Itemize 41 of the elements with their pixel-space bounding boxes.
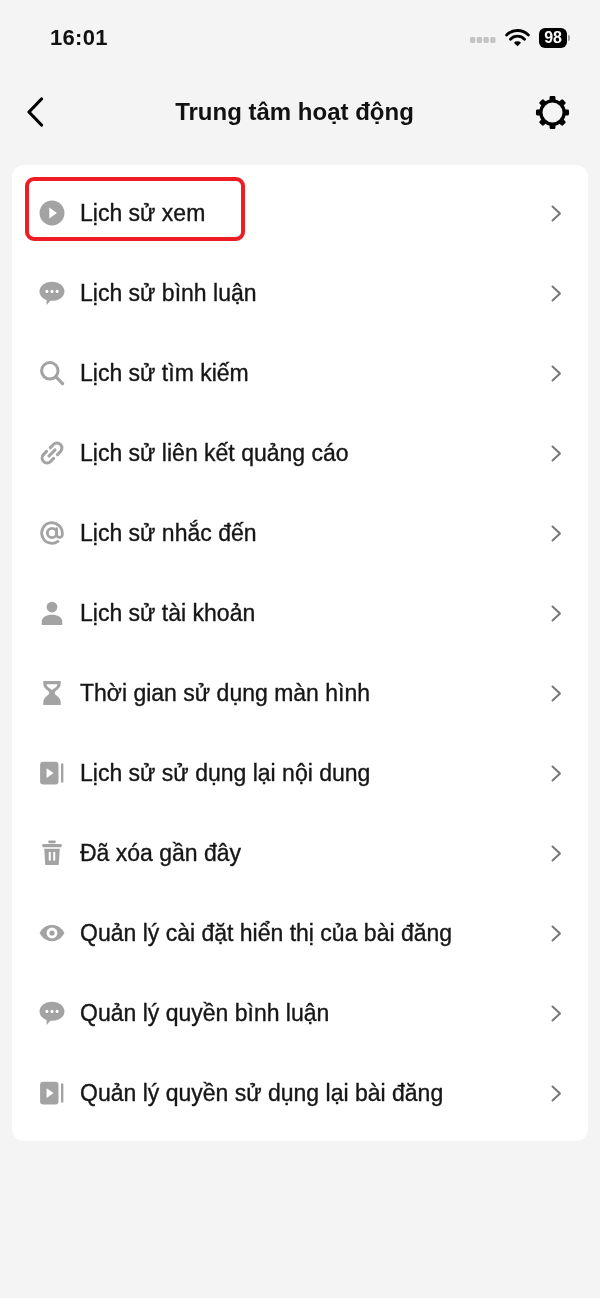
chevron-icon <box>551 524 562 542</box>
chat-bubble-icon <box>39 280 65 306</box>
trash-icon <box>39 840 65 866</box>
wifi-icon <box>505 29 531 47</box>
chevron-icon <box>551 444 562 462</box>
back-icon <box>26 97 44 127</box>
menu-row[interactable]: Thời gian sử dụng màn hình <box>12 653 588 733</box>
signal-icon <box>470 37 497 43</box>
chat-bubble-icon <box>39 1000 65 1026</box>
at-sign-icon <box>39 520 65 546</box>
menu-row[interactable]: Đã xóa gần đây <box>12 813 588 893</box>
play-circle-icon <box>39 200 65 226</box>
menu-row[interactable]: Lịch sử nhắc đến <box>12 493 588 573</box>
search-icon <box>39 360 65 386</box>
person-icon <box>39 600 65 626</box>
chevron-icon <box>551 204 562 222</box>
settings-icon <box>535 94 570 130</box>
link-icon <box>39 440 65 466</box>
menu-row[interactable]: Lịch sử xem <box>12 173 588 253</box>
menu-row[interactable]: Quản lý quyền bình luận <box>12 973 588 1053</box>
status-time: 16:01 <box>50 25 108 51</box>
menu-row[interactable]: Quản lý cài đặt hiển thị của bài đăng <box>12 893 588 973</box>
menu-row[interactable]: Lịch sử bình luận <box>12 253 588 333</box>
page-title: Trung tâm hoạt động <box>174 98 414 126</box>
play-square-icon <box>39 1080 65 1106</box>
menu-row[interactable]: Lịch sử liên kết quảng cáo <box>12 413 588 493</box>
battery-indicator: 98 <box>539 28 570 48</box>
chevron-icon <box>551 1084 562 1102</box>
menu-row[interactable]: Quản lý quyền sử dụng lại bài đăng <box>12 1053 588 1133</box>
chevron-icon <box>551 284 562 302</box>
menu-row[interactable]: Lịch sử tìm kiếm <box>12 333 588 413</box>
menu-row[interactable]: Lịch sử sử dụng lại nội dung <box>12 733 588 813</box>
chevron-icon <box>551 1004 562 1022</box>
chevron-icon <box>551 764 562 782</box>
play-square-icon <box>39 760 65 786</box>
chevron-icon <box>551 924 562 942</box>
chevron-icon <box>551 684 562 702</box>
chevron-icon <box>551 364 562 382</box>
chevron-icon <box>551 604 562 622</box>
menu-row[interactable]: Lịch sử tài khoản <box>12 573 588 653</box>
chevron-icon <box>551 844 562 862</box>
